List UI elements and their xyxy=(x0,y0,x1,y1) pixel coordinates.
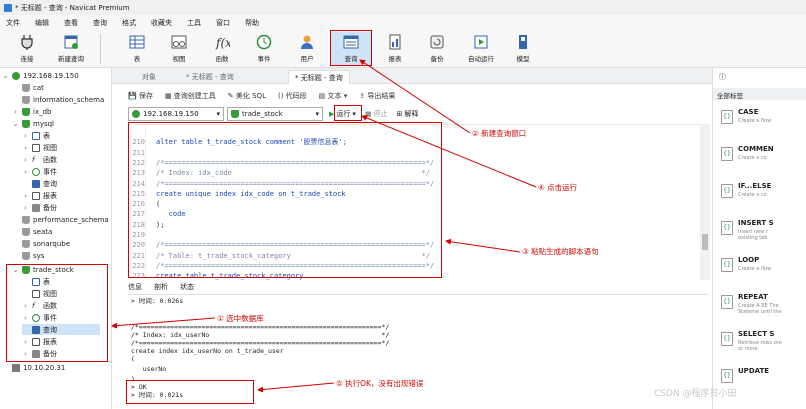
annotation-execute-ok: ⑤ 执行OK，没有出现错误 xyxy=(336,378,423,389)
annotation-text: ① 选中数据库 xyxy=(217,314,264,323)
annotation-text: ② 新建查询窗口 xyxy=(472,129,527,138)
annotation-arrows xyxy=(111,59,537,393)
annotation-select-db: ① 选中数据库 xyxy=(217,313,264,324)
annotation-text: ③ 粘贴生成的脚本语句 xyxy=(522,247,599,256)
watermark: CSDN @程序员小田 xyxy=(654,389,737,399)
annotation-text: ④ 点击运行 xyxy=(538,183,578,192)
annotation-paste-script: ③ 粘贴生成的脚本语句 xyxy=(522,246,599,257)
annotation-click-run: ④ 点击运行 xyxy=(538,182,577,193)
annotation-text: ⑤ 执行OK，没有出现错误 xyxy=(336,379,424,388)
navicat-window: { "window": {"title": "* 无标题 - 查询 - Navi… xyxy=(0,0,806,409)
annotation-new-query: ② 新建查询窗口 xyxy=(472,128,526,139)
